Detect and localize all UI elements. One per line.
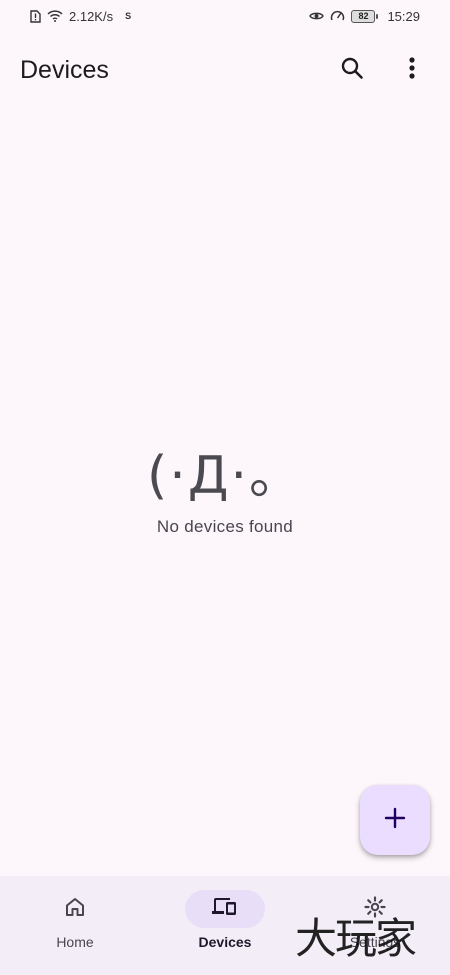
battery-level: 82 (358, 11, 369, 21)
status-right: 82 15:29 (309, 9, 420, 24)
wifi-icon (47, 10, 63, 22)
page-title: Devices (20, 55, 109, 84)
nav-label-settings: Settings (349, 934, 401, 950)
carrier-mark: S (125, 11, 132, 21)
nav-label-devices: Devices (198, 934, 252, 950)
speedometer-icon (330, 9, 345, 23)
app-bar-actions (334, 52, 430, 88)
net-speed: 2.12K/s (69, 8, 114, 24)
nav-item-settings[interactable]: Settings (305, 890, 445, 950)
more-vert-icon (408, 56, 416, 85)
nav-pill-home (35, 890, 115, 928)
add-icon (384, 807, 406, 834)
screen: 2.12K/s S 82 15:29 Devices (·Д·。 No devi… (0, 0, 450, 975)
status-bar: 2.12K/s S 82 15:29 (0, 0, 450, 32)
search-icon (340, 56, 364, 85)
more-options-button[interactable] (394, 52, 430, 88)
devices-icon (212, 896, 238, 923)
add-device-button[interactable] (360, 785, 430, 855)
empty-message: No devices found (156, 517, 294, 537)
empty-state: (·Д·。 No devices found (0, 445, 450, 537)
eye-icon (309, 11, 325, 21)
status-left: 2.12K/s S (30, 9, 131, 24)
empty-kaomoji: (·Д·。 (147, 446, 303, 506)
nav-item-devices[interactable]: Devices (155, 890, 295, 950)
nav-item-home[interactable]: Home (5, 890, 145, 950)
nav-pill-settings (335, 890, 415, 928)
nav-label-home: Home (56, 934, 94, 950)
nav-pill-devices (185, 890, 265, 928)
gear-icon (363, 895, 387, 924)
search-button[interactable] (334, 52, 370, 88)
top-app-bar: Devices (0, 40, 450, 100)
home-icon (63, 895, 87, 924)
sim-alert-icon (30, 9, 41, 23)
battery-icon: 82 (351, 9, 379, 23)
clock: 15:29 (387, 8, 420, 24)
bottom-navigation: Home Devices Settings (0, 876, 450, 975)
